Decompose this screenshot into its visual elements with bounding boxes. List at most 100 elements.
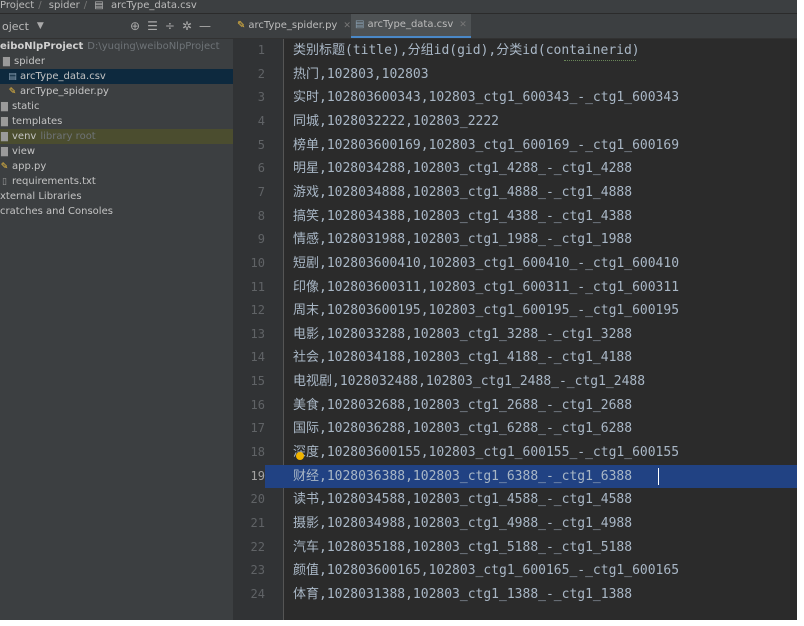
code-line[interactable]: 14 社会,1028034188,102803_ctg1_4188_-_ctg1_… xyxy=(233,346,797,369)
code-text[interactable]: 国际,1028036288,102803_ctg1_6288_-_ctg1_62… xyxy=(293,417,632,440)
code-line[interactable]: 16 美食,1028032688,102803_ctg1_2688_-_ctg1_… xyxy=(233,394,797,417)
code-line[interactable]: 2 热门,102803,102803 xyxy=(233,63,797,86)
line-number: 6 xyxy=(257,161,265,175)
code-line-current[interactable]: 19 财经,1028036388,102803_ctg1_6388_-_ctg1_… xyxy=(233,465,797,488)
code-line[interactable]: 24 体育,1028031388,102803_ctg1_1388_-_ctg1_… xyxy=(233,583,797,606)
code-line[interactable]: 17 国际,1028036288,102803_ctg1_6288_-_ctg1_… xyxy=(233,417,797,440)
line-number: 17 xyxy=(250,421,265,435)
code-line[interactable]: 11 印像,102803600311,102803_ctg1_600311_-_c… xyxy=(233,276,797,299)
tab-label: arcType_spider.py xyxy=(248,20,338,31)
code-line[interactable]: 12 周末,102803600195,102803_ctg1_600195_-_c… xyxy=(233,299,797,322)
breadcrumb: Project / spider / ▤ arcType_data.csv xyxy=(0,0,797,14)
lightbulb-icon[interactable] xyxy=(296,452,304,460)
project-panel-title[interactable]: oject xyxy=(2,20,29,33)
tree-item-spider[interactable]: ▇ spider xyxy=(0,54,233,69)
tree-item-view[interactable]: ▇ view xyxy=(0,144,233,159)
csv-file-icon: ▤ xyxy=(94,0,104,11)
code-text[interactable]: 美食,1028032688,102803_ctg1_2688_-_ctg1_26… xyxy=(293,394,632,417)
line-number: 2 xyxy=(257,67,265,81)
line-number: 8 xyxy=(257,209,265,223)
line-number: 12 xyxy=(250,303,265,317)
tree-item-requirements-txt[interactable]: ▯ requirements.txt xyxy=(0,174,233,189)
code-text[interactable]: 深度,102803600155,102803_ctg1_600155_-_ctg… xyxy=(293,441,679,464)
tree-item-arctype-data-csv[interactable]: ▤ arcType_data.csv xyxy=(0,69,233,84)
code-line[interactable]: 10 短剧,102803600410,102803_ctg1_600410_-_c… xyxy=(233,252,797,275)
code-text[interactable]: 搞笑,1028034388,102803_ctg1_4388_-_ctg1_43… xyxy=(293,205,632,228)
expand-all-icon[interactable]: ÷ xyxy=(165,19,175,33)
code-line[interactable]: 8 搞笑,1028034388,102803_ctg1_4388_-_ctg1_4… xyxy=(233,205,797,228)
line-number: 18 xyxy=(250,445,265,459)
tree-item-label: arcType_data.csv xyxy=(20,71,106,82)
tree-item-label: app.py xyxy=(12,161,47,172)
code-line[interactable]: 20 读书,1028034588,102803_ctg1_4588_-_ctg1_… xyxy=(233,488,797,511)
code-text[interactable]: 明星,1028034288,102803_ctg1_4288_-_ctg1_42… xyxy=(293,157,632,180)
project-tree: eiboNlpProject D:\yuqing\weiboNlpProject ▇… xyxy=(0,39,233,219)
code-line[interactable]: 4 同城,1028032222,102803_2222 xyxy=(233,110,797,133)
breadcrumb-file[interactable]: arcType_data.csv xyxy=(111,0,197,11)
hide-panel-icon[interactable]: — xyxy=(199,19,211,33)
code-text[interactable]: 热门,102803,102803 xyxy=(293,63,429,86)
line-number: 7 xyxy=(257,185,265,199)
code-text[interactable]: 电视剧,1028032488,102803_ctg1_2488_-_ctg1_2… xyxy=(293,370,645,393)
code-text[interactable]: 短剧,102803600410,102803_ctg1_600410_-_ctg… xyxy=(293,252,679,275)
code-text[interactable]: 社会,1028034188,102803_ctg1_4188_-_ctg1_41… xyxy=(293,346,632,369)
tree-item-app-py[interactable]: ✎ app.py xyxy=(0,159,233,174)
code-text[interactable]: 榜单,102803600169,102803_ctg1_600169_-_ctg… xyxy=(293,134,679,157)
line-number: 23 xyxy=(250,563,265,577)
tree-item-label: templates xyxy=(12,116,63,127)
code-line[interactable]: 21 摄影,1028034988,102803_ctg1_4988_-_ctg1_… xyxy=(233,512,797,535)
code-text[interactable]: 同城,1028032222,102803_2222 xyxy=(293,110,499,133)
code-text[interactable]: 汽车,1028035188,102803_ctg1_5188_-_ctg1_51… xyxy=(293,536,632,559)
code-line[interactable]: 18 深度,102803600155,102803_ctg1_600155_-_c… xyxy=(233,441,797,464)
code-line[interactable]: 6 明星,1028034288,102803_ctg1_4288_-_ctg1_4… xyxy=(233,157,797,180)
tree-item-templates[interactable]: ▇ templates xyxy=(0,114,233,129)
code-line[interactable]: 5 榜单,102803600169,102803_ctg1_600169_-_ct… xyxy=(233,134,797,157)
code-editor[interactable]: 1 类别标题(title),分组id(gid),分类id(containerid)… xyxy=(233,39,797,620)
python-file-icon: ✎ xyxy=(237,20,246,31)
code-line[interactable]: 15 电视剧,1028032488,102803_ctg1_2488_-_ctg1… xyxy=(233,370,797,393)
locate-file-icon[interactable]: ⊕ xyxy=(130,19,140,33)
close-icon[interactable]: ✕ xyxy=(459,20,467,30)
code-line[interactable]: 22 汽车,1028035188,102803_ctg1_5188_-_ctg1_… xyxy=(233,536,797,559)
code-text[interactable]: 体育,1028031388,102803_ctg1_1388_-_ctg1_13… xyxy=(293,583,632,606)
code-line[interactable]: 9 情感,1028031988,102803_ctg1_1988_-_ctg1_1… xyxy=(233,228,797,251)
tab-label: arcType_data.csv xyxy=(367,19,454,30)
tree-item-static[interactable]: ▇ static xyxy=(0,99,233,114)
folder-icon: ▇ xyxy=(1,147,8,157)
line-number: 19 xyxy=(233,465,265,488)
settings-gear-icon[interactable]: ✲ xyxy=(182,19,192,33)
tree-item-venv[interactable]: ▇ venv library root xyxy=(0,129,233,144)
line-number: 21 xyxy=(250,516,265,530)
code-text[interactable]: 财经,1028036388,102803_ctg1_6388_-_ctg1_63… xyxy=(293,465,632,488)
tab-file[interactable]: ✎ arcType_spider.py ✕ xyxy=(233,14,351,38)
code-text[interactable]: 情感,1028031988,102803_ctg1_1988_-_ctg1_19… xyxy=(293,228,632,251)
code-text[interactable]: 周末,102803600195,102803_ctg1_600195_-_ctg… xyxy=(293,299,679,322)
line-number: 1 xyxy=(257,43,265,57)
code-line[interactable]: 1 类别标题(title),分组id(gid),分类id(containerid) xyxy=(233,39,797,62)
tree-item-xternal-libraries[interactable]: xternal Libraries xyxy=(0,189,233,204)
tree-item-extra: D:\yuqing\weiboNlpProject xyxy=(87,41,220,52)
code-text[interactable]: 电影,1028033288,102803_ctg1_3288_-_ctg1_32… xyxy=(293,323,632,346)
collapse-all-icon[interactable]: ☰ xyxy=(147,19,158,33)
tree-item-eibonlpproject[interactable]: eiboNlpProject D:\yuqing\weiboNlpProject xyxy=(0,39,233,54)
code-text[interactable]: 印像,102803600311,102803_ctg1_600311_-_ctg… xyxy=(293,276,679,299)
tree-item-label: cratches and Consoles xyxy=(0,206,113,217)
code-line[interactable]: 3 实时,102803600343,102803_ctg1_600343_-_ct… xyxy=(233,86,797,109)
code-line[interactable]: 13 电影,1028033288,102803_ctg1_3288_-_ctg1_… xyxy=(233,323,797,346)
code-line[interactable]: 7 游戏,1028034888,102803_ctg1_4888_-_ctg1_4… xyxy=(233,181,797,204)
tree-item-label: venv xyxy=(12,131,37,142)
tab-active-file[interactable]: ▤ arcType_data.csv ✕ xyxy=(351,14,471,38)
python-file-icon: ✎ xyxy=(8,87,17,97)
tree-item-arctype-spider-py[interactable]: ✎ arcType_spider.py xyxy=(0,84,233,99)
code-text[interactable]: 摄影,1028034988,102803_ctg1_4988_-_ctg1_49… xyxy=(293,512,632,535)
breadcrumb-spider[interactable]: spider xyxy=(49,0,80,11)
code-text[interactable]: 实时,102803600343,102803_ctg1_600343_-_ctg… xyxy=(293,86,679,109)
tree-item-cratches-and-consoles[interactable]: cratches and Consoles xyxy=(0,204,233,219)
code-text[interactable]: 游戏,1028034888,102803_ctg1_4888_-_ctg1_48… xyxy=(293,181,632,204)
close-icon[interactable]: ✕ xyxy=(343,21,351,31)
code-text[interactable]: 读书,1028034588,102803_ctg1_4588_-_ctg1_45… xyxy=(293,488,632,511)
breadcrumb-project[interactable]: Project xyxy=(0,0,34,11)
code-text[interactable]: 颜值,102803600165,102803_ctg1_600165_-_ctg… xyxy=(293,559,679,582)
code-line[interactable]: 23 颜值,102803600165,102803_ctg1_600165_-_c… xyxy=(233,559,797,582)
chevron-down-icon[interactable]: ▼ xyxy=(37,21,44,31)
